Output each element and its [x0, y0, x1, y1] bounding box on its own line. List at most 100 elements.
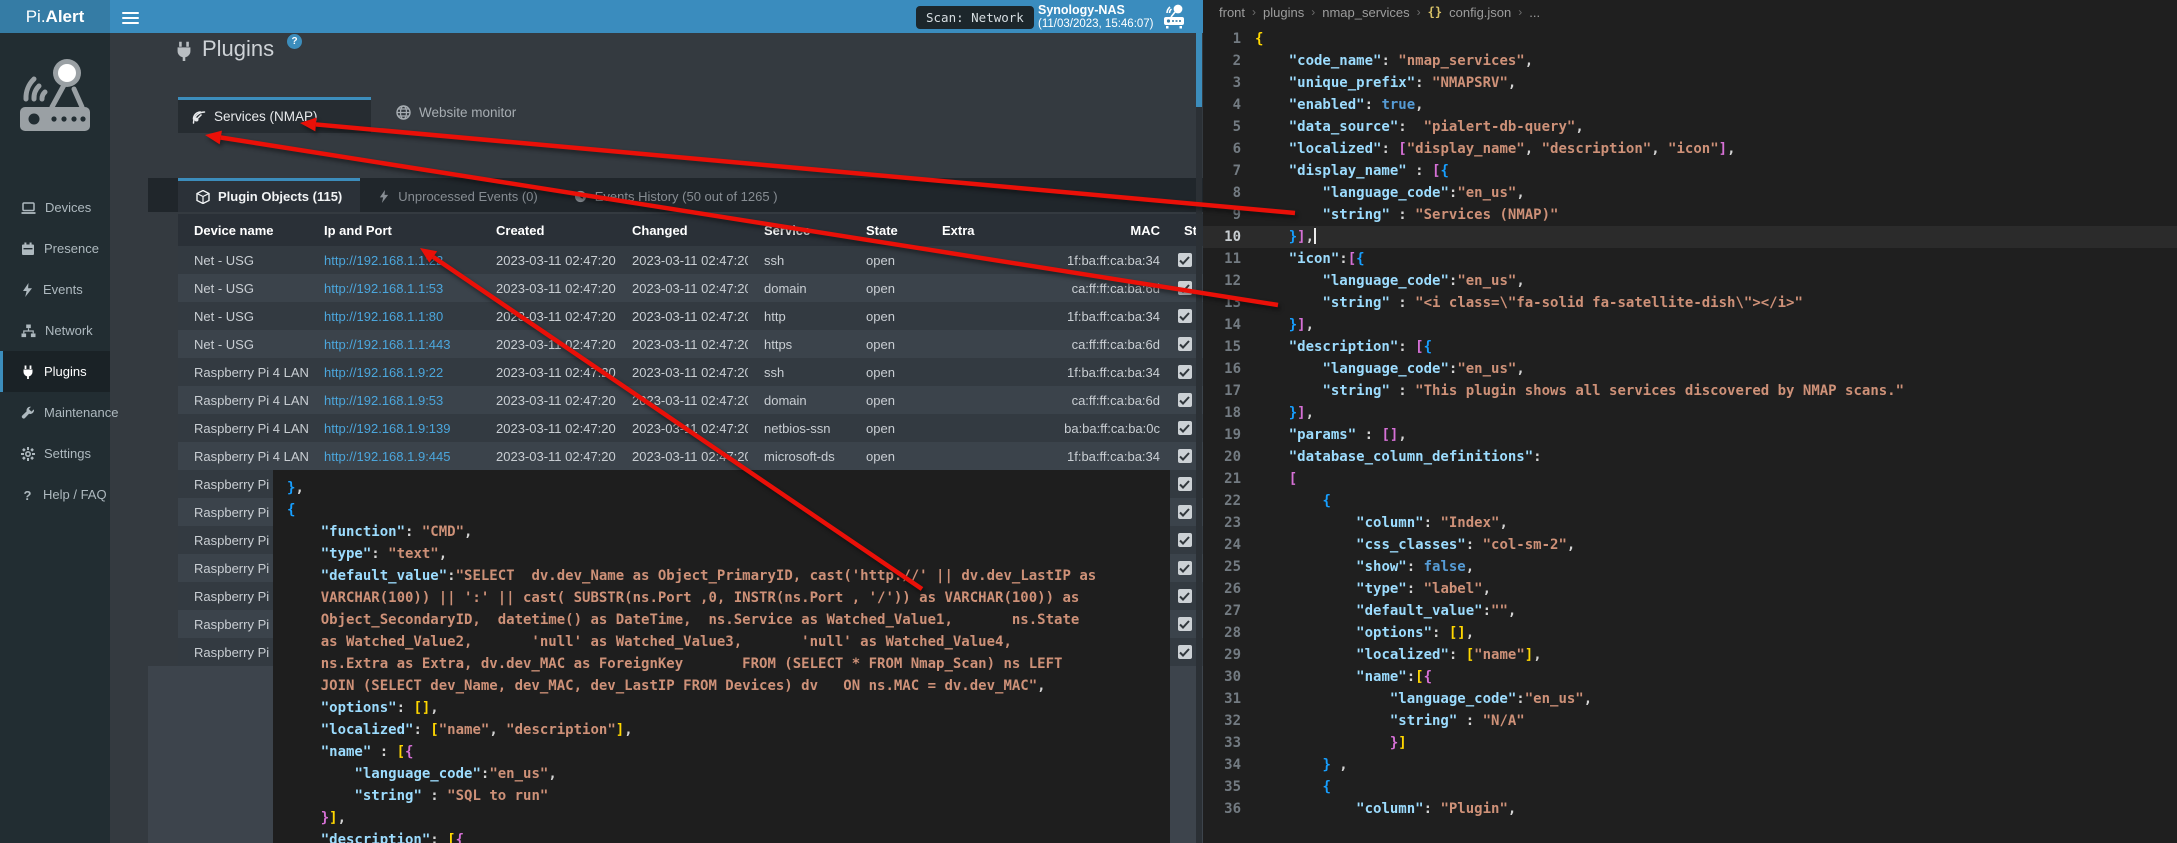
table-header-row: Device nameIp and PortCreatedChangedServ… [178, 214, 1203, 246]
sidebar-item-devices[interactable]: Devices [0, 187, 110, 228]
status-checkbox[interactable] [1178, 421, 1192, 435]
host-block: Synology-NAS (11/03/2023, 15:46:07) [1038, 3, 1154, 31]
table-cell: Net - USG [178, 302, 308, 330]
sidebar-item-plugins[interactable]: Plugins [0, 351, 110, 392]
breadcrumb-item[interactable]: front [1219, 5, 1245, 20]
table-cell: http://192.168.1.1:22 [308, 246, 480, 274]
subtab-plugin-objects[interactable]: Plugin Objects (115) [178, 178, 360, 212]
code-line: 17 "string" : "This plugin shows all ser… [1203, 380, 2177, 402]
code-line: 36 "column": "Plugin", [1203, 798, 2177, 820]
sidebar-item-label: Network [45, 323, 93, 338]
table-row[interactable]: Net - USGhttp://192.168.1.1:4432023-03-1… [178, 330, 1203, 358]
code-area[interactable]: 1{2 "code_name": "nmap_services",3 "uniq… [1203, 28, 2177, 820]
table-cell: ssh [748, 358, 850, 386]
status-checkbox[interactable] [1178, 365, 1192, 379]
table-row[interactable]: Net - USGhttp://192.168.1.1:532023-03-11… [178, 274, 1203, 302]
table-row[interactable]: Net - USGhttp://192.168.1.1:802023-03-11… [178, 302, 1203, 330]
ip-port-link[interactable]: http://192.168.1.9:139 [324, 421, 451, 436]
table-cell: domain [748, 386, 850, 414]
table-row[interactable]: Net - USGhttp://192.168.1.1:222023-03-11… [178, 246, 1203, 274]
ip-port-link[interactable]: http://192.168.1.1:53 [324, 281, 443, 296]
column-header[interactable]: Device name [178, 214, 308, 246]
table-cell: 2023-03-11 02:47:20 [616, 358, 748, 386]
table-cell: Net - USG [178, 246, 308, 274]
code-line: 22 { [1203, 490, 2177, 512]
breadcrumb[interactable]: front› plugins› nmap_services› {} config… [1219, 0, 1540, 24]
code-line: VARCHAR(100)) || ':' || cast( SUBSTR(ns.… [287, 587, 1170, 609]
table-cell [926, 442, 1038, 470]
table-cell: Net - USG [178, 274, 308, 302]
ip-port-link[interactable]: http://192.168.1.9:445 [324, 449, 451, 464]
table-cell: open [850, 302, 926, 330]
app-logo[interactable]: Pi.Alert [0, 0, 110, 33]
status-checkbox[interactable] [1178, 617, 1192, 631]
breadcrumb-item[interactable]: plugins [1263, 5, 1304, 20]
sidebar-item-settings[interactable]: Settings [0, 433, 110, 474]
code-line: as Watched_Value2, 'null' as Watched_Val… [287, 631, 1170, 653]
column-header[interactable]: MAC [1038, 214, 1168, 246]
status-checkbox[interactable] [1178, 505, 1192, 519]
column-header[interactable]: Changed [616, 214, 748, 246]
sidebar-item-events[interactable]: Events [0, 269, 110, 310]
code-line: 27 "default_value":"", [1203, 600, 2177, 622]
column-header[interactable]: Extra [926, 214, 1038, 246]
scrollbar-thumb[interactable] [1196, 33, 1202, 107]
sidebar-item-presence[interactable]: Presence [0, 228, 110, 269]
table-cell: http://192.168.1.9:139 [308, 414, 480, 442]
status-checkbox[interactable] [1178, 253, 1192, 267]
subtab-label: Unprocessed Events (0) [398, 189, 537, 204]
code-editor[interactable]: front› plugins› nmap_services› {} config… [1203, 0, 2177, 843]
breadcrumb-item[interactable]: config.json [1449, 5, 1511, 20]
table-row[interactable]: Raspberry Pi 4 LANhttp://192.168.1.9:532… [178, 386, 1203, 414]
sidebar-item-network[interactable]: Network [0, 310, 110, 351]
tab-services-nmap[interactable]: Services (NMAP) [178, 97, 371, 133]
column-header[interactable]: Service [748, 214, 850, 246]
code-line: 19 "params" : [], [1203, 424, 2177, 446]
status-checkbox[interactable] [1178, 533, 1192, 547]
hamburger-menu-icon[interactable] [122, 9, 139, 23]
status-checkbox[interactable] [1178, 337, 1192, 351]
table-cell: open [850, 358, 926, 386]
table-row[interactable]: Raspberry Pi 4 LANhttp://192.168.1.9:445… [178, 442, 1203, 470]
table-cell: http://192.168.1.9:22 [308, 358, 480, 386]
subtab-events-history[interactable]: Events History (50 out of 1265 ) [556, 178, 796, 212]
ip-port-link[interactable]: http://192.168.1.9:53 [324, 393, 443, 408]
table-cell: 2023-03-11 02:47:20 [480, 386, 616, 414]
json-braces-icon: {} [1428, 5, 1442, 19]
code-line: "description": [{ [287, 829, 1170, 843]
code-line: "name" : [{ [287, 741, 1170, 763]
main-scrollbar[interactable] [1196, 33, 1202, 843]
status-checkbox[interactable] [1178, 645, 1192, 659]
column-header[interactable]: State [850, 214, 926, 246]
breadcrumb-item[interactable]: nmap_services [1322, 5, 1409, 20]
code-line: 4 "enabled": true, [1203, 94, 2177, 116]
code-line: 31 "language_code":"en_us", [1203, 688, 2177, 710]
column-header[interactable]: Ip and Port [308, 214, 480, 246]
help-badge[interactable]: ? [287, 34, 302, 49]
status-checkbox[interactable] [1178, 561, 1192, 575]
table-cell [926, 386, 1038, 414]
sidebar-item-maintenance[interactable]: Maintenance [0, 392, 110, 433]
status-checkbox[interactable] [1178, 309, 1192, 323]
sidebar-item-help[interactable]: ? Help / FAQ [0, 474, 110, 515]
subtab-unprocessed-events[interactable]: Unprocessed Events (0) [360, 178, 555, 212]
breadcrumb-item[interactable]: ... [1529, 5, 1540, 20]
status-checkbox[interactable] [1178, 393, 1192, 407]
ip-port-link[interactable]: http://192.168.1.1:22 [324, 253, 443, 268]
tab-website-monitor[interactable]: Website monitor [396, 105, 516, 120]
status-checkbox[interactable] [1178, 449, 1192, 463]
svg-text:?: ? [24, 488, 32, 502]
code-line: 13 "string" : "<i class=\"fa-solid fa-sa… [1203, 292, 2177, 314]
bolt-icon [378, 190, 390, 203]
column-header[interactable]: Created [480, 214, 616, 246]
ip-port-link[interactable]: http://192.168.1.1:80 [324, 309, 443, 324]
ip-port-link[interactable]: http://192.168.1.9:22 [324, 365, 443, 380]
status-checkbox[interactable] [1178, 477, 1192, 491]
ip-port-link[interactable]: http://192.168.1.1:443 [324, 337, 451, 352]
table-row[interactable]: Raspberry Pi 4 LANhttp://192.168.1.9:222… [178, 358, 1203, 386]
status-checkbox[interactable] [1178, 281, 1192, 295]
table-cell: open [850, 246, 926, 274]
table-row[interactable]: Raspberry Pi 4 LANhttp://192.168.1.9:139… [178, 414, 1203, 442]
table-cell: domain [748, 274, 850, 302]
status-checkbox[interactable] [1178, 589, 1192, 603]
